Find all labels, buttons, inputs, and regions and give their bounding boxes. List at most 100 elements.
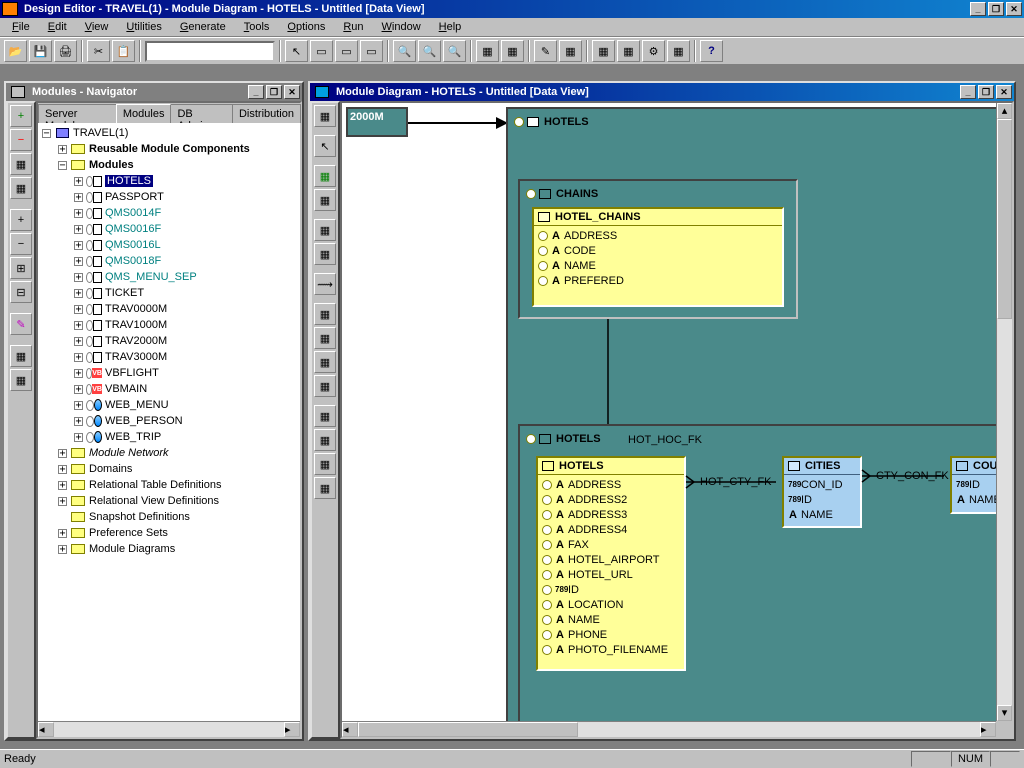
- diag-maximize[interactable]: ❐: [978, 85, 994, 99]
- countries-table[interactable]: COUNTR 789IDANAME: [950, 456, 996, 514]
- scroll-right-icon[interactable]: ▸: [980, 722, 996, 737]
- nav-tool-f[interactable]: ⊟: [10, 281, 32, 303]
- tree-item[interactable]: + WEB_MENU: [38, 397, 300, 413]
- cut-icon[interactable]: ✂: [87, 40, 110, 62]
- print-icon[interactable]: 🖨: [54, 40, 77, 62]
- tree-item[interactable]: Snapshot Definitions: [38, 509, 300, 525]
- tree-item[interactable]: + QMS0016L: [38, 237, 300, 253]
- menu-view[interactable]: View: [77, 19, 117, 35]
- tab-modules[interactable]: Modules: [116, 104, 172, 123]
- tree-item[interactable]: +Module Network: [38, 445, 300, 461]
- column-item[interactable]: ANAME: [788, 507, 856, 522]
- tool-e[interactable]: ▦: [476, 40, 499, 62]
- tool-b[interactable]: ▭: [310, 40, 333, 62]
- column-item[interactable]: AHOTEL_URL: [542, 567, 680, 582]
- menu-help[interactable]: Help: [431, 19, 470, 35]
- scroll-left-icon[interactable]: ◂: [38, 722, 54, 737]
- tab-db-admin[interactable]: DB Admin: [170, 104, 233, 123]
- nav-tool-d[interactable]: −: [10, 233, 32, 255]
- tree-item[interactable]: + QMS0018F: [38, 253, 300, 269]
- tool-l[interactable]: ▦: [667, 40, 690, 62]
- diag-tool-f[interactable]: ⟿: [314, 273, 336, 295]
- nav-minimize[interactable]: _: [248, 85, 264, 99]
- hotels-group[interactable]: HOTELS HOT_HOC_FK HOTELS AADDRESSAADDRES…: [518, 424, 996, 721]
- tool-c[interactable]: ▭: [335, 40, 358, 62]
- tab-distribution[interactable]: Distribution: [232, 104, 301, 123]
- scroll-down-icon[interactable]: ▾: [997, 705, 1012, 721]
- nav-tool-add[interactable]: +: [10, 105, 32, 127]
- diag-tool-n[interactable]: ▦: [314, 477, 336, 499]
- tree-item[interactable]: + QMS0016F: [38, 221, 300, 237]
- tool-g[interactable]: ✎: [534, 40, 557, 62]
- diag-pointer[interactable]: ↖: [314, 135, 336, 157]
- navigator-tree[interactable]: −TRAVEL(1)+Reusable Module Components−Mo…: [38, 123, 300, 721]
- tree-item[interactable]: + QMS_MENU_SEP: [38, 269, 300, 285]
- tree-item[interactable]: +Relational View Definitions: [38, 493, 300, 509]
- navigator-titlebar[interactable]: Modules - Navigator _ ❐ ✕: [6, 83, 302, 101]
- column-item[interactable]: AADDRESS: [542, 477, 680, 492]
- menu-generate[interactable]: Generate: [172, 19, 234, 35]
- chains-group[interactable]: CHAINS HOTEL_CHAINS AADDRESSACODEANAMEAP…: [518, 179, 798, 319]
- column-item[interactable]: ANAME: [538, 258, 778, 273]
- diag-tool-j[interactable]: ▦: [314, 375, 336, 397]
- tree-item[interactable]: + HOTELS: [38, 173, 300, 189]
- tree-item[interactable]: + VBVBFLIGHT: [38, 365, 300, 381]
- tree-item[interactable]: −Modules: [38, 157, 300, 173]
- tree-item[interactable]: +Domains: [38, 461, 300, 477]
- tree-item[interactable]: +Reusable Module Components: [38, 141, 300, 157]
- diag-tool-a[interactable]: ▦: [314, 105, 336, 127]
- nav-tool-h[interactable]: ▦: [10, 345, 32, 367]
- diagram-canvas[interactable]: 2000M HOTELS: [342, 103, 996, 721]
- diag-tool-d[interactable]: ▦: [314, 219, 336, 241]
- tab-server-model[interactable]: Server Model: [38, 104, 117, 123]
- scroll-right-icon[interactable]: ▸: [284, 722, 300, 737]
- scroll-left-icon[interactable]: ◂: [342, 722, 358, 737]
- column-item[interactable]: AADDRESS3: [542, 507, 680, 522]
- column-item[interactable]: 789CON_ID: [788, 477, 856, 492]
- nav-tool-g[interactable]: ✎: [10, 313, 32, 335]
- tree-item[interactable]: +Module Diagrams: [38, 541, 300, 557]
- column-item[interactable]: AFAX: [542, 537, 680, 552]
- maximize-button[interactable]: ❐: [988, 2, 1004, 16]
- close-button[interactable]: ✕: [1006, 2, 1022, 16]
- diag-tool-b[interactable]: ▦: [314, 165, 336, 187]
- tree-item[interactable]: + TRAV3000M: [38, 349, 300, 365]
- diagram-vscroll[interactable]: ▴ ▾: [996, 103, 1012, 721]
- nav-tool-e[interactable]: ⊞: [10, 257, 32, 279]
- diag-tool-g[interactable]: ▦: [314, 303, 336, 325]
- open-icon[interactable]: 📂: [4, 40, 27, 62]
- diag-minimize[interactable]: _: [960, 85, 976, 99]
- diag-tool-e[interactable]: ▦: [314, 243, 336, 265]
- column-item[interactable]: ACODE: [538, 243, 778, 258]
- hotels-table[interactable]: HOTELS AADDRESSAADDRESS2AADDRESS3AADDRES…: [536, 456, 686, 671]
- help-icon[interactable]: ?: [700, 40, 723, 62]
- tool-a[interactable]: ↖: [285, 40, 308, 62]
- tool-i[interactable]: ▦: [592, 40, 615, 62]
- tree-item[interactable]: + TRAV1000M: [38, 317, 300, 333]
- tree-item[interactable]: + TRAV0000M: [38, 301, 300, 317]
- nav-tool-i[interactable]: ▦: [10, 369, 32, 391]
- scroll-up-icon[interactable]: ▴: [997, 103, 1012, 119]
- column-item[interactable]: APREFERED: [538, 273, 778, 288]
- column-item[interactable]: AADDRESS: [538, 228, 778, 243]
- nav-tool-b[interactable]: ▦: [10, 177, 32, 199]
- column-item[interactable]: AADDRESS4: [542, 522, 680, 537]
- zoom-in-icon[interactable]: 🔍: [418, 40, 441, 62]
- module-box-2000m[interactable]: 2000M: [346, 107, 408, 137]
- tree-item[interactable]: + VBVBMAIN: [38, 381, 300, 397]
- paste-icon[interactable]: 📋: [112, 40, 135, 62]
- menu-window[interactable]: Window: [374, 19, 429, 35]
- nav-hscroll[interactable]: ◂ ▸: [38, 721, 300, 737]
- tool-k[interactable]: ⚙: [642, 40, 665, 62]
- menu-file[interactable]: File: [4, 19, 38, 35]
- zoom-fit-icon[interactable]: 🔍: [443, 40, 466, 62]
- tree-item[interactable]: + QMS0014F: [38, 205, 300, 221]
- tree-item[interactable]: +Preference Sets: [38, 525, 300, 541]
- tool-d[interactable]: ▭: [360, 40, 383, 62]
- column-item[interactable]: AHOTEL_AIRPORT: [542, 552, 680, 567]
- diag-tool-i[interactable]: ▦: [314, 351, 336, 373]
- save-icon[interactable]: 💾: [29, 40, 52, 62]
- tree-item[interactable]: + TICKET: [38, 285, 300, 301]
- column-item[interactable]: APHOTO_FILENAME: [542, 642, 680, 657]
- tree-item[interactable]: + TRAV2000M: [38, 333, 300, 349]
